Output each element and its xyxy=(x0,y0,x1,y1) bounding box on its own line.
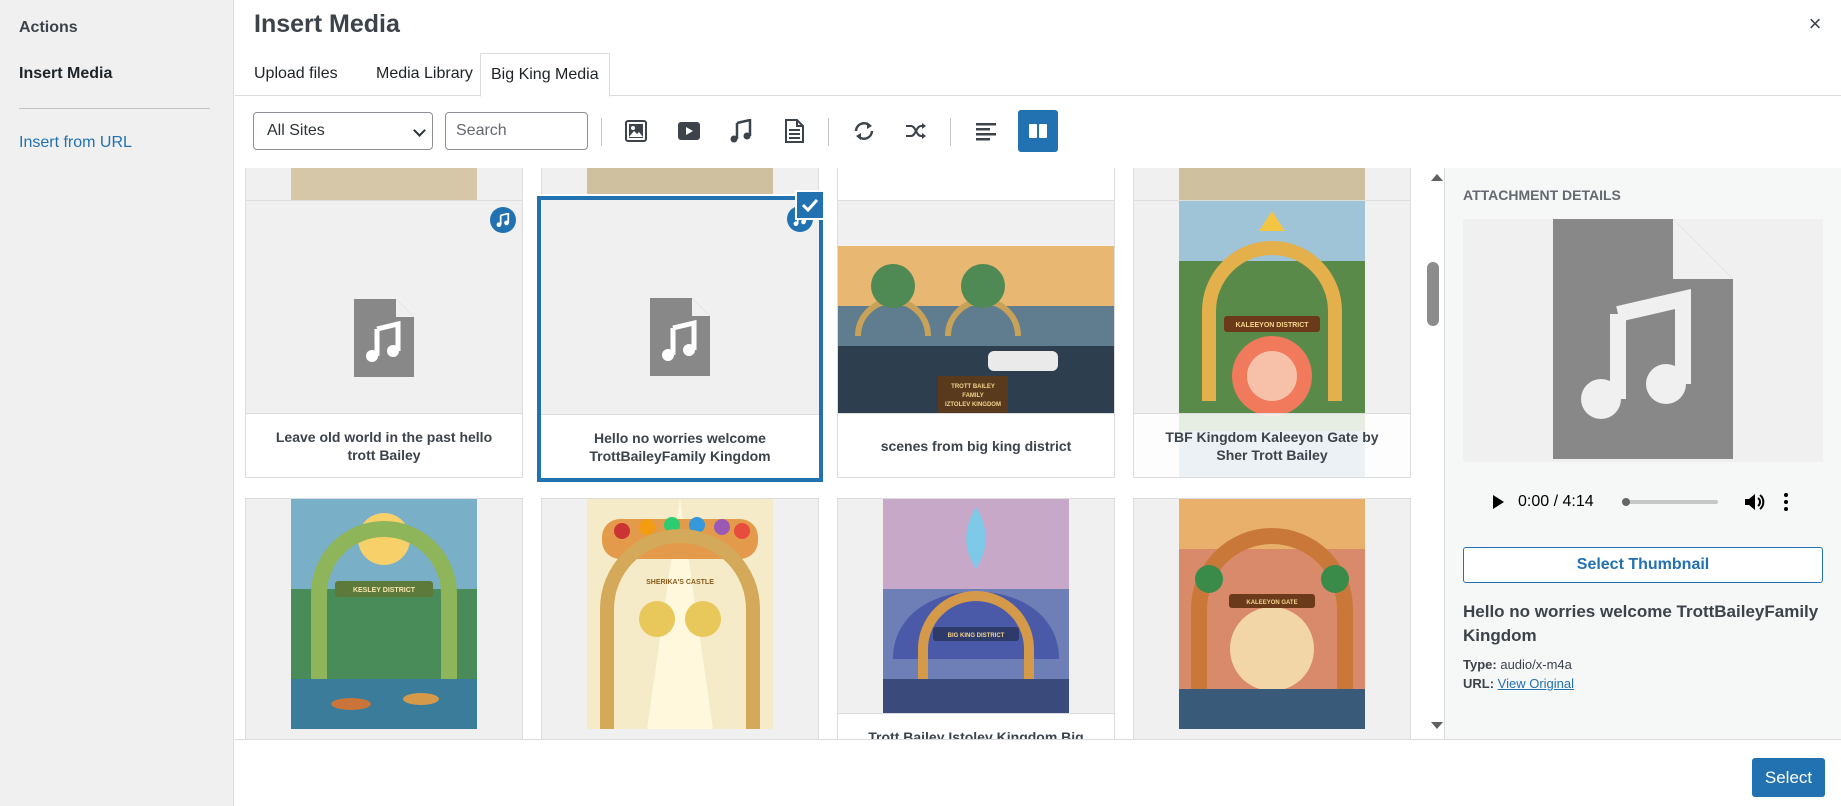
grid-view-icon xyxy=(1029,124,1047,138)
list-view-button[interactable] xyxy=(966,110,1006,152)
list-view-icon xyxy=(976,123,996,141)
attachment-thumbnail: KALEEYON GATE xyxy=(1179,499,1365,729)
image-filter-button[interactable] xyxy=(616,110,656,152)
close-button[interactable]: × xyxy=(1803,12,1827,36)
attachment-thumbnail: SHERIKA'S CASTLE xyxy=(587,499,773,729)
thumbnail-sign-text: BIG KING DISTRICT xyxy=(948,633,1005,639)
close-icon: × xyxy=(1808,11,1822,36)
checkmark-icon xyxy=(801,198,819,212)
site-filter-select[interactable]: All Sites xyxy=(253,112,433,150)
refresh-button[interactable] xyxy=(844,110,884,152)
volume-icon[interactable] xyxy=(1744,492,1766,512)
menu-heading: Actions xyxy=(19,19,78,36)
tab-big-king-media[interactable]: Big King Media xyxy=(480,53,610,97)
document-filter-button[interactable] xyxy=(774,110,814,152)
toolbar-divider xyxy=(601,118,602,146)
thumbnail-sign-text: FAMILY xyxy=(962,393,983,399)
frame-title: Insert Media xyxy=(254,10,400,38)
tab-media-library[interactable]: Media Library xyxy=(366,53,483,96)
attachment-thumbnail: KESLEY DISTRICT xyxy=(291,499,477,729)
site-filter-value: All Sites xyxy=(267,122,325,139)
attachment-caption: Hello no worries welcome TrottBaileyFami… xyxy=(541,414,819,478)
view-original-link[interactable]: View Original xyxy=(1498,676,1574,691)
type-value: audio/x-m4a xyxy=(1500,657,1572,672)
menu-separator xyxy=(19,108,210,109)
attachment-tile-image[interactable]: KALEEYON DISTRICT TBF Kingdom Kaleeyon G… xyxy=(1133,200,1411,478)
attachment-tile-audio-selected[interactable]: Hello no worries welcome TrottBaileyFami… xyxy=(537,196,823,482)
audio-player: 0:00 / 4:14 xyxy=(1463,475,1823,529)
details-heading: ATTACHMENT DETAILS xyxy=(1463,187,1621,203)
audio-filter-button[interactable] xyxy=(721,110,761,152)
toolbar-divider xyxy=(950,118,951,146)
image-icon xyxy=(625,120,647,142)
media-toolbar: All Sites xyxy=(235,96,1841,168)
thumbnail-sign-text: KALEEYON GATE xyxy=(1246,600,1297,606)
menu-item-insert-media[interactable]: Insert Media xyxy=(19,65,112,83)
attachment-tile-image[interactable]: TROTT BAILEY FAMILY IZTOLEV KINGDOM scen… xyxy=(837,200,1115,478)
attachment-preview xyxy=(1463,219,1823,462)
audio-file-icon xyxy=(1553,219,1733,459)
document-icon xyxy=(785,119,804,143)
toolbar-divider xyxy=(828,118,829,146)
router-tabs: Upload files Media Library Big King Medi… xyxy=(235,52,1841,97)
type-label: Type: xyxy=(1463,657,1497,672)
attachment-filename: Hello no worries welcome TrottBaileyFami… xyxy=(1463,602,1819,645)
play-icon[interactable] xyxy=(1493,495,1504,509)
chevron-down-icon xyxy=(413,124,426,137)
attachment-tile-image[interactable]: KALEEYON GATE xyxy=(1133,498,1411,739)
video-icon xyxy=(678,122,700,140)
select-button[interactable]: Select xyxy=(1752,758,1825,797)
scroll-down-arrow-icon[interactable] xyxy=(1431,722,1443,729)
attachment-caption: TBF Kingdom Kaleeyon Gate by Sher Trott … xyxy=(1134,413,1410,477)
media-footer: Select xyxy=(235,739,1841,806)
media-frame: Insert Media × Upload files Media Librar… xyxy=(235,0,1841,806)
refresh-icon xyxy=(854,122,874,140)
video-filter-button[interactable] xyxy=(669,110,709,152)
audio-file-icon xyxy=(650,298,710,376)
grid-view-button[interactable] xyxy=(1018,110,1058,152)
thumbnail-sign-text: SHERIKA'S CASTLE xyxy=(646,579,714,586)
selected-check-button[interactable] xyxy=(795,190,825,220)
attachment-tile-audio[interactable]: Leave old world in the past hello trott … xyxy=(245,200,523,478)
attachment-caption: Leave old world in the past hello trott … xyxy=(246,413,522,477)
search-input[interactable] xyxy=(445,112,588,150)
attachment-thumbnail: BIG KING DISTRICT xyxy=(883,499,1069,713)
attachments-grid[interactable]: Leave old world in the past hello trott … xyxy=(235,168,1447,739)
scroll-up-arrow-icon[interactable] xyxy=(1431,174,1443,181)
audio-progress-slider[interactable] xyxy=(1621,498,1718,506)
thumbnail-sign-text: TROTT BAILEY xyxy=(951,384,995,390)
attachment-tile-image[interactable]: KESLEY DISTRICT xyxy=(245,498,523,739)
thumbnail-sign-text: KESLEY DISTRICT xyxy=(353,587,416,594)
media-menu: Actions Insert Media Insert from URL xyxy=(0,0,234,806)
attachment-caption: Trott Bailey Istolev Kingdom Big xyxy=(838,713,1114,739)
more-options-icon[interactable] xyxy=(1783,493,1788,511)
select-thumbnail-button[interactable]: Select Thumbnail xyxy=(1463,547,1823,583)
shuffle-button[interactable] xyxy=(896,110,936,152)
attachment-thumbnail: TROTT BAILEY FAMILY IZTOLEV KINGDOM xyxy=(838,246,1114,428)
audio-time: 0:00 / 4:14 xyxy=(1518,493,1594,510)
attachment-url: URL: View Original xyxy=(1463,676,1574,691)
scrollbar-thumb[interactable] xyxy=(1427,262,1439,326)
tab-upload-files[interactable]: Upload files xyxy=(244,53,348,96)
attachment-details-panel: ATTACHMENT DETAILS 0:00 / 4:14 Select Th… xyxy=(1444,168,1841,739)
audio-file-icon xyxy=(354,299,414,377)
audio-badge-icon xyxy=(490,207,516,233)
attachment-caption: scenes from big king district xyxy=(838,413,1114,477)
thumbnail-sign-text: KALEEYON DISTRICT xyxy=(1235,322,1309,329)
url-label: URL: xyxy=(1463,676,1495,691)
menu-item-insert-from-url[interactable]: Insert from URL xyxy=(19,134,132,152)
shuffle-icon xyxy=(906,123,926,139)
audio-icon xyxy=(730,119,752,143)
attachment-tile-image[interactable]: SHERIKA'S CASTLE xyxy=(541,498,819,739)
attachment-tile-image[interactable]: BIG KING DISTRICT Trott Bailey Istolev K… xyxy=(837,498,1115,739)
attachment-type: Type: audio/x-m4a xyxy=(1463,657,1572,672)
thumbnail-sign-text: IZTOLEV KINGDOM xyxy=(945,402,1001,408)
